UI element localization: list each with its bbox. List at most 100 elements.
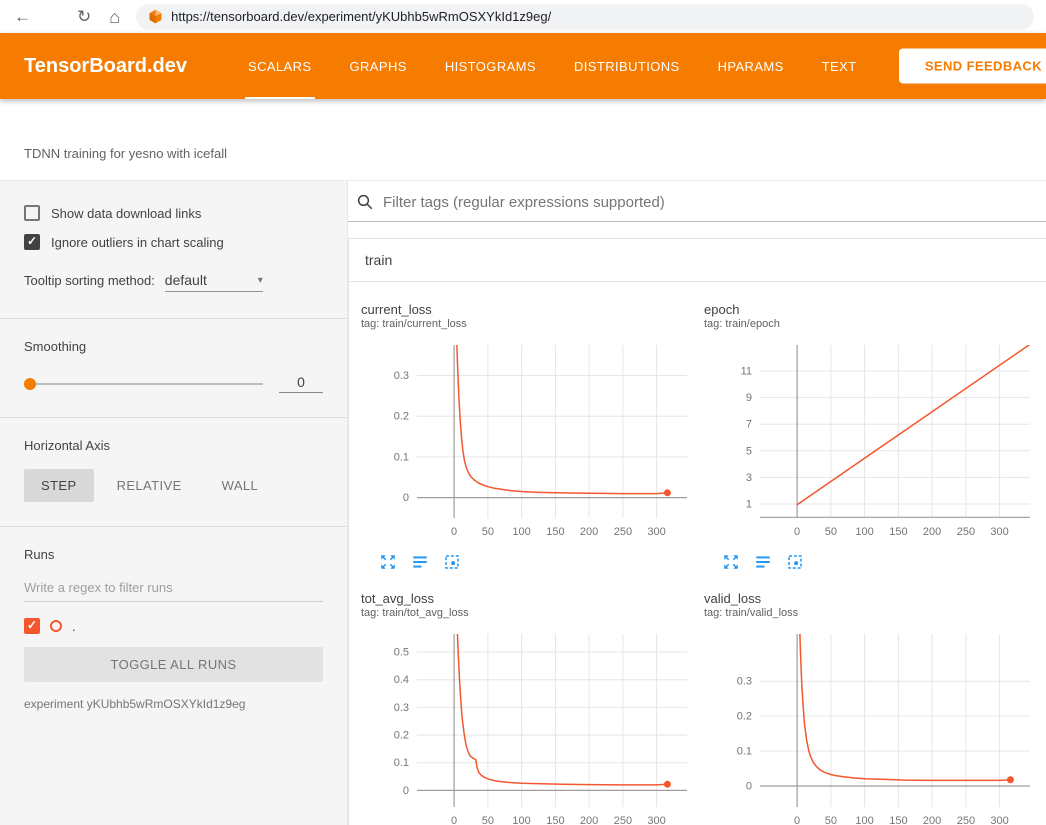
svg-text:0: 0 <box>451 526 457 538</box>
chart-plot-tot_avg_loss[interactable]: 00.10.20.30.40.5050100150200250300 <box>361 629 693 825</box>
tab-graphs[interactable]: GRAPHS <box>331 33 426 99</box>
chart-title: tot_avg_loss <box>361 591 701 606</box>
svg-text:150: 150 <box>889 815 907 825</box>
svg-text:1: 1 <box>746 499 752 511</box>
svg-text:250: 250 <box>957 815 975 825</box>
horizontal-axis-section: Horizontal Axis STEPRELATIVEWALL <box>24 418 323 526</box>
chart-toolbar <box>379 553 701 571</box>
chart-title: current_loss <box>361 302 701 317</box>
svg-text:0.1: 0.1 <box>737 746 752 758</box>
svg-text:100: 100 <box>855 815 873 825</box>
expand-icon[interactable] <box>379 553 397 571</box>
browser-chrome: ← ↻ ⌂ https://tensorboard.dev/experiment… <box>0 0 1046 33</box>
tooltip-sorting-dropdown[interactable]: default ▾ <box>165 272 263 292</box>
svg-text:0.4: 0.4 <box>394 674 409 686</box>
tab-hparams[interactable]: HPARAMS <box>699 33 803 99</box>
ignore-outliers-row[interactable]: Ignore outliers in chart scaling <box>24 234 323 250</box>
reload-icon[interactable]: ↻ <box>77 8 91 25</box>
svg-text:0: 0 <box>794 526 800 538</box>
tab-scalars[interactable]: SCALARS <box>229 33 331 99</box>
svg-text:9: 9 <box>746 392 752 404</box>
chart-card-valid_loss: valid_losstag: train/valid_loss00.10.20.… <box>704 591 1044 825</box>
run-row[interactable]: . <box>24 618 323 634</box>
content-area: Show data download links Ignore outliers… <box>0 180 1046 825</box>
smoothing-value[interactable]: 0 <box>279 374 323 393</box>
svg-text:5: 5 <box>746 445 752 457</box>
address-bar[interactable]: https://tensorboard.dev/experiment/yKUbh… <box>136 4 1034 30</box>
svg-text:0.2: 0.2 <box>737 711 752 723</box>
chart-plot-epoch[interactable]: 1357911050100150200250300 <box>704 340 1036 544</box>
runs-section: Runs . TOGGLE ALL RUNS experiment yKUbhb… <box>24 527 323 735</box>
chart-card-tot_avg_loss: tot_avg_losstag: train/tot_avg_loss00.10… <box>361 591 701 825</box>
run-checkbox[interactable] <box>24 618 40 634</box>
chart-title: epoch <box>704 302 1044 317</box>
tooltip-sorting-label: Tooltip sorting method: <box>24 273 155 288</box>
smoothing-slider[interactable] <box>24 383 263 385</box>
svg-text:0: 0 <box>451 815 457 825</box>
svg-text:150: 150 <box>546 815 564 825</box>
svg-text:300: 300 <box>647 526 665 538</box>
url-text: https://tensorboard.dev/experiment/yKUbh… <box>171 9 551 24</box>
run-group-title[interactable]: train <box>349 239 1046 282</box>
expand-icon[interactable] <box>722 553 740 571</box>
svg-text:50: 50 <box>825 526 837 538</box>
chart-tag: tag: train/valid_loss <box>704 606 1044 621</box>
svg-text:0: 0 <box>403 492 409 504</box>
tensorboard-favicon-icon <box>148 9 163 24</box>
fit-domain-icon[interactable] <box>786 553 804 571</box>
runs-table-icon[interactable] <box>754 553 772 571</box>
experiment-id: experiment yKUbhb5wRmOSXYkId1z9eg <box>24 697 323 711</box>
svg-text:0.1: 0.1 <box>394 451 409 463</box>
svg-text:100: 100 <box>512 526 530 538</box>
app-logo[interactable]: TensorBoard.dev <box>24 55 187 78</box>
run-color-swatch <box>50 620 62 632</box>
svg-text:100: 100 <box>855 526 873 538</box>
send-feedback-button[interactable]: SEND FEEDBACK <box>899 49 1046 84</box>
smoothing-slider-thumb[interactable] <box>24 378 36 390</box>
axis-buttons: STEPRELATIVEWALL <box>24 469 323 502</box>
svg-text:250: 250 <box>957 526 975 538</box>
filter-tags-row <box>348 181 1046 222</box>
home-icon[interactable]: ⌂ <box>109 8 120 26</box>
svg-text:50: 50 <box>482 815 494 825</box>
runs-filter-input[interactable] <box>24 574 323 602</box>
smoothing-section: Smoothing 0 <box>24 319 323 417</box>
tab-distributions[interactable]: DISTRIBUTIONS <box>555 33 699 99</box>
axis-button-relative[interactable]: RELATIVE <box>100 469 199 502</box>
back-icon[interactable]: ← <box>14 8 31 25</box>
svg-text:7: 7 <box>746 419 752 431</box>
fit-domain-icon[interactable] <box>443 553 461 571</box>
svg-text:300: 300 <box>990 526 1008 538</box>
show-download-links-row[interactable]: Show data download links <box>24 205 323 221</box>
chart-plot-valid_loss[interactable]: 00.10.20.3050100150200250300 <box>704 629 1036 825</box>
run-name: . <box>72 619 76 634</box>
runs-table-icon[interactable] <box>411 553 429 571</box>
svg-text:0.3: 0.3 <box>394 702 409 714</box>
search-icon <box>356 193 374 211</box>
chart-toolbar <box>722 553 1044 571</box>
show-download-links-label: Show data download links <box>51 206 201 221</box>
app-header: TensorBoard.dev SCALARSGRAPHSHISTOGRAMSD… <box>0 33 1046 99</box>
main-panel: train current_losstag: train/current_los… <box>348 181 1046 825</box>
svg-text:200: 200 <box>580 526 598 538</box>
svg-text:150: 150 <box>546 526 564 538</box>
tab-text[interactable]: TEXT <box>803 33 876 99</box>
tab-histograms[interactable]: HISTOGRAMS <box>426 33 555 99</box>
axis-button-wall[interactable]: WALL <box>205 469 276 502</box>
svg-text:3: 3 <box>746 472 752 484</box>
show-download-links-checkbox[interactable] <box>24 205 40 221</box>
svg-text:11: 11 <box>741 365 752 377</box>
svg-text:300: 300 <box>990 815 1008 825</box>
filter-tags-input[interactable] <box>383 194 1046 211</box>
svg-text:0.2: 0.2 <box>394 411 409 423</box>
ignore-outliers-checkbox[interactable] <box>24 234 40 250</box>
svg-text:50: 50 <box>825 815 837 825</box>
axis-button-step[interactable]: STEP <box>24 469 94 502</box>
toggle-all-runs-button[interactable]: TOGGLE ALL RUNS <box>24 647 323 682</box>
chart-card-epoch: epochtag: train/epoch1357911050100150200… <box>704 302 1044 571</box>
chart-tag: tag: train/epoch <box>704 317 1044 332</box>
svg-text:0: 0 <box>403 785 409 797</box>
svg-text:200: 200 <box>580 815 598 825</box>
svg-text:250: 250 <box>614 526 632 538</box>
chart-plot-current_loss[interactable]: 00.10.20.3050100150200250300 <box>361 340 693 544</box>
